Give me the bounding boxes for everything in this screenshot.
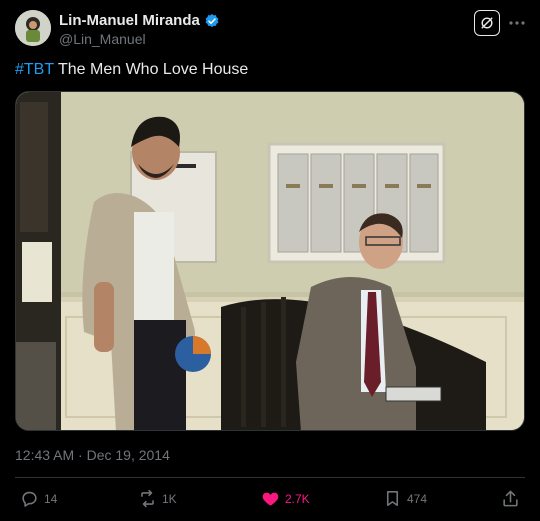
like-count: 2.7K xyxy=(285,491,310,506)
grok-icon xyxy=(481,17,493,29)
hashtag-link[interactable]: #TBT xyxy=(15,61,54,78)
verified-badge-icon xyxy=(204,13,220,29)
like-button[interactable]: 2.7K xyxy=(261,489,310,508)
tweet-body: The Men Who Love House xyxy=(53,61,249,78)
repost-count: 1K xyxy=(162,491,177,506)
author-handle[interactable]: @Lin_Manuel xyxy=(59,31,146,47)
heart-filled-icon xyxy=(262,492,279,506)
author-name-row[interactable]: Lin-Manuel Miranda xyxy=(59,12,220,29)
tweet-timestamp[interactable]: 12:43 AM · Dec 19, 2014 xyxy=(15,447,170,463)
tweet-text: #TBT The Men Who Love House xyxy=(15,60,248,80)
bookmark-button[interactable]: 474 xyxy=(383,489,427,508)
reply-icon xyxy=(22,491,37,507)
share-icon xyxy=(503,490,518,507)
divider xyxy=(15,477,525,478)
tweet-photo xyxy=(16,92,524,430)
repost-button[interactable]: 1K xyxy=(138,489,177,508)
tweet-actions-bar: 14 1K 2.7K 474 xyxy=(0,486,540,514)
reply-button[interactable]: 14 xyxy=(20,489,57,508)
more-horizontal-icon xyxy=(509,21,525,25)
more-options-button[interactable] xyxy=(508,14,526,32)
display-name[interactable]: Lin-Manuel Miranda xyxy=(59,12,200,29)
repost-icon xyxy=(141,489,154,508)
bookmark-count: 474 xyxy=(407,491,428,506)
avatar[interactable] xyxy=(15,10,51,46)
tweet-media[interactable] xyxy=(15,91,525,431)
grok-button[interactable] xyxy=(474,10,500,36)
share-button[interactable] xyxy=(501,489,520,508)
bookmark-icon xyxy=(386,490,399,507)
reply-count: 14 xyxy=(44,491,58,506)
